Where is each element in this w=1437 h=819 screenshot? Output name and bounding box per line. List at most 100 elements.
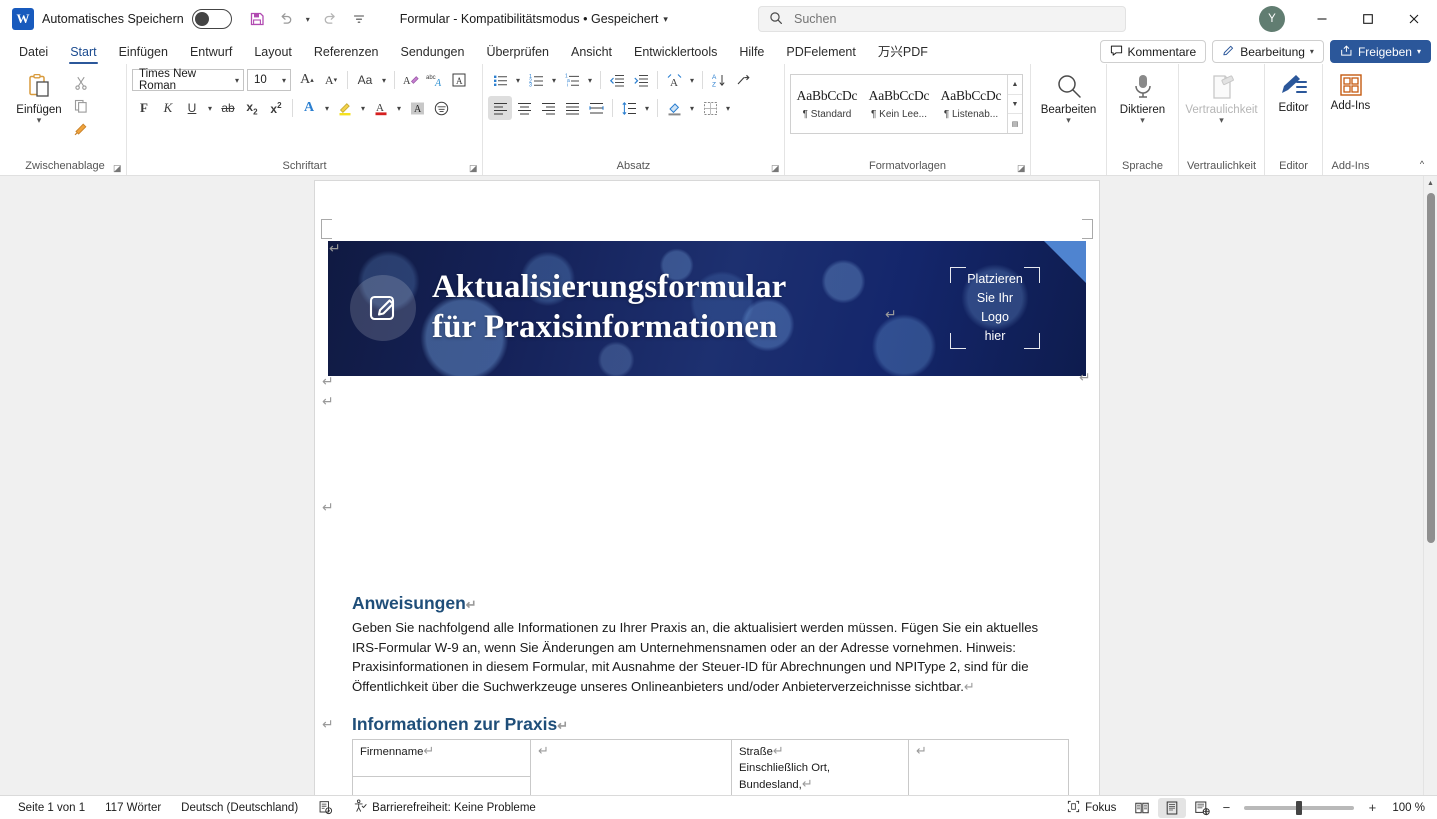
asian-layout-caret-icon[interactable]: ▾: [686, 68, 698, 92]
heading-instructions[interactable]: Anweisungen↵: [352, 593, 477, 614]
editor-button[interactable]: Editor: [1270, 68, 1317, 114]
line-spacing-caret-icon[interactable]: ▾: [641, 96, 653, 120]
tab-entwurf[interactable]: Entwurf: [179, 40, 243, 64]
tab-datei[interactable]: Datei: [8, 40, 59, 64]
logo-placeholder[interactable]: Platzieren Sie Ihr Logo hier: [950, 267, 1040, 349]
bullets-button[interactable]: [488, 68, 512, 92]
focus-mode-button[interactable]: Fokus: [1057, 798, 1126, 818]
tab-entwicklertools[interactable]: Entwicklertools: [623, 40, 728, 64]
clear-formatting-button[interactable]: A: [399, 68, 423, 92]
grow-font-button[interactable]: A ▴: [295, 68, 319, 92]
scroll-up-arrow-icon[interactable]: ▲: [1424, 176, 1437, 190]
customize-qat-button[interactable]: [346, 6, 372, 32]
paste-dropdown-caret[interactable]: ▾: [37, 116, 42, 125]
styles-more-button[interactable]: ▤: [1008, 113, 1022, 133]
avatar[interactable]: Y: [1259, 6, 1285, 32]
close-button[interactable]: [1391, 0, 1437, 38]
text-effects-caret-icon[interactable]: ▾: [321, 96, 333, 120]
text-highlight-caret-icon[interactable]: ▾: [357, 96, 369, 120]
sensitivity-button-caret[interactable]: ▾: [1219, 116, 1224, 125]
proofing-status-button[interactable]: [308, 798, 343, 818]
shrink-font-button[interactable]: A ▾: [319, 68, 343, 92]
strikethrough-button[interactable]: ab: [216, 96, 240, 120]
style-no-spacing[interactable]: AaBbCcDc ¶ Kein Lee...: [863, 75, 935, 133]
share-button[interactable]: Freigeben ▾: [1329, 40, 1431, 63]
editing-button-caret[interactable]: ▾: [1066, 116, 1071, 125]
subscript-button[interactable]: x2: [240, 96, 264, 120]
numbering-button[interactable]: 123: [524, 68, 548, 92]
vertical-scrollbar[interactable]: ▲: [1423, 176, 1437, 795]
tab-ansicht[interactable]: Ansicht: [560, 40, 623, 64]
underline-button[interactable]: U: [180, 96, 204, 120]
cell-label-firmenname[interactable]: Firmenname↵: [352, 739, 531, 777]
document-title-caret[interactable]: ▾: [663, 14, 668, 25]
tab-hilfe[interactable]: Hilfe: [728, 40, 775, 64]
distributed-button[interactable]: [584, 96, 608, 120]
practice-info-table[interactable]: Firmenname↵ ↵ Straße↵ Einschließlich Ort…: [352, 739, 1069, 795]
cell-value-strasse[interactable]: ↵: [908, 739, 1069, 795]
line-spacing-button[interactable]: [617, 96, 641, 120]
shading-button[interactable]: [662, 96, 686, 120]
sort-button[interactable]: AZ: [707, 68, 731, 92]
table-row[interactable]: Firmenname↵ ↵ Straße↵ Einschließlich Ort…: [352, 739, 1069, 795]
document-title[interactable]: Formular - Kompatibilitätsmodus • Gespei…: [400, 12, 668, 26]
header-banner-image[interactable]: Aktualisierungsformular für Praxisinform…: [328, 241, 1086, 376]
phonetic-guide-button[interactable]: abc A: [423, 68, 447, 92]
document-canvas[interactable]: Aktualisierungsformular für Praxisinform…: [0, 176, 1437, 795]
text-highlight-button[interactable]: [333, 96, 357, 120]
language-indicator[interactable]: Deutsch (Deutschland): [171, 798, 308, 818]
multilevel-list-button[interactable]: 1ai: [560, 68, 584, 92]
styles-scroll-down-button[interactable]: ▼: [1008, 93, 1022, 114]
page-indicator[interactable]: Seite 1 von 1: [8, 798, 95, 818]
zoom-slider[interactable]: [1244, 800, 1355, 815]
undo-dropdown-caret[interactable]: ▾: [302, 7, 314, 31]
cell-firmenname-continuation[interactable]: [352, 776, 531, 795]
increase-indent-button[interactable]: [629, 68, 653, 92]
superscript-button[interactable]: x2: [264, 96, 288, 120]
change-case-caret-icon[interactable]: ▾: [378, 68, 390, 92]
tab-pdfelement[interactable]: PDFelement: [775, 40, 866, 64]
font-color-caret-icon[interactable]: ▾: [393, 96, 405, 120]
show-formatting-marks-button[interactable]: [731, 68, 755, 92]
save-button[interactable]: [244, 6, 270, 32]
maximize-button[interactable]: [1345, 0, 1391, 38]
editing-mode-button[interactable]: Bearbeitung ▾: [1212, 40, 1324, 63]
enclose-characters-button[interactable]: [429, 96, 453, 120]
font-name-combo[interactable]: Times New Roman ▾: [132, 68, 244, 92]
paste-button[interactable]: Einfügen ▾: [9, 68, 69, 125]
instructions-paragraph[interactable]: Geben Sie nachfolgend alle Informationen…: [352, 618, 1052, 696]
align-left-button[interactable]: [488, 96, 512, 120]
bold-button[interactable]: F: [132, 96, 156, 120]
align-right-button[interactable]: [536, 96, 560, 120]
format-painter-button[interactable]: [69, 118, 93, 140]
editing-button[interactable]: Bearbeiten ▾: [1036, 68, 1101, 125]
align-center-button[interactable]: [512, 96, 536, 120]
tab-referenzen[interactable]: Referenzen: [303, 40, 390, 64]
tab-sendungen[interactable]: Sendungen: [390, 40, 476, 64]
shading-caret-icon[interactable]: ▾: [686, 96, 698, 120]
font-size-combo[interactable]: 10 ▾: [247, 69, 291, 91]
tab-einfuegen[interactable]: Einfügen: [108, 40, 179, 64]
web-layout-view-button[interactable]: [1188, 798, 1216, 818]
zoom-slider-thumb[interactable]: [1296, 800, 1303, 815]
character-border-button[interactable]: A: [447, 68, 471, 92]
search-input[interactable]: [792, 11, 1115, 27]
tab-start[interactable]: Start: [59, 40, 107, 64]
redo-button[interactable]: [317, 6, 343, 32]
text-effects-button[interactable]: A: [297, 96, 321, 120]
zoom-level-button[interactable]: 100 %: [1382, 798, 1427, 818]
bullets-caret-icon[interactable]: ▾: [512, 68, 524, 92]
vertical-scrollbar-thumb[interactable]: [1427, 193, 1435, 543]
search-box[interactable]: [758, 6, 1126, 32]
style-standard[interactable]: AaBbCcDc ¶ Standard: [791, 75, 863, 133]
styles-dialog-launcher[interactable]: ◪: [1017, 163, 1028, 174]
cell-value-firmenname[interactable]: ↵: [530, 739, 732, 795]
document-page[interactable]: Aktualisierungsformular für Praxisinform…: [315, 181, 1099, 795]
read-mode-view-button[interactable]: [1128, 798, 1156, 818]
comments-button[interactable]: Kommentare: [1099, 40, 1207, 63]
tab-ueberpruefen[interactable]: Überprüfen: [475, 40, 560, 64]
borders-caret-icon[interactable]: ▾: [722, 96, 734, 120]
dictate-button-caret[interactable]: ▾: [1140, 116, 1145, 125]
collapse-ribbon-button[interactable]: ^: [1413, 156, 1431, 172]
justify-button[interactable]: [560, 96, 584, 120]
